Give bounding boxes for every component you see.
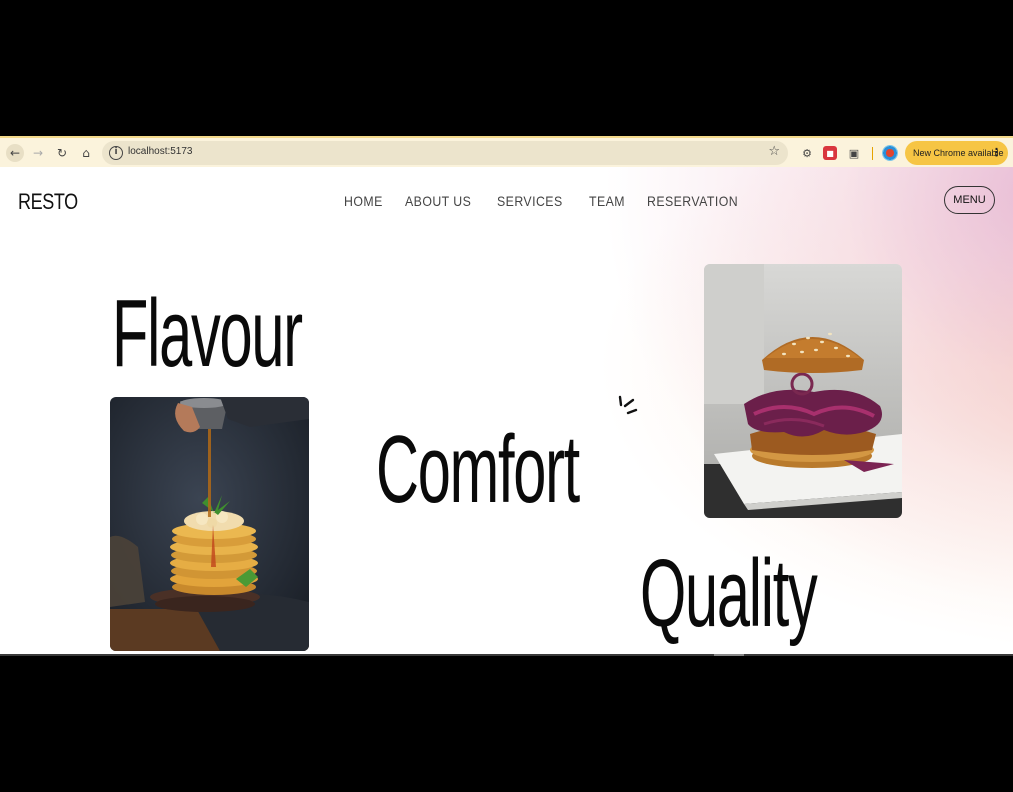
main-nav: HOME ABOUT US SERVICES TEAM RESERVATION <box>344 193 750 209</box>
update-chrome-button[interactable]: New Chrome available ⋮ <box>905 141 1008 165</box>
profile-avatar-icon[interactable] <box>882 145 898 161</box>
toolbar-divider <box>872 147 873 160</box>
hero-word-flavour: Flavour <box>112 280 303 387</box>
home-icon[interactable]: ⌂ <box>77 144 95 162</box>
puzzle-extensions-icon[interactable]: ▣ <box>847 146 861 160</box>
viewport-bottom-edge <box>0 654 1013 656</box>
hero-word-comfort: Comfort <box>376 416 580 523</box>
forward-arrow-icon[interactable]: → <box>29 144 47 162</box>
kebab-menu-icon[interactable]: ⋮ <box>991 141 1002 165</box>
nav-item-team[interactable]: TEAM <box>589 193 625 209</box>
nav-item-reservation[interactable]: RESERVATION <box>647 193 738 209</box>
hero-word-quality: Quality <box>640 540 818 647</box>
page-viewport: RESTO HOME ABOUT US SERVICES TEAM RESERV… <box>0 167 1013 654</box>
scroll-indicator <box>714 654 744 656</box>
site-info-icon[interactable]: i <box>109 146 123 160</box>
address-bar[interactable]: i localhost:5173 ☆ <box>102 141 788 165</box>
back-arrow-icon[interactable]: ← <box>6 144 24 162</box>
menu-button[interactable]: MENU <box>944 186 995 214</box>
nav-item-home[interactable]: HOME <box>344 193 383 209</box>
site-logo[interactable]: RESTO <box>18 189 78 215</box>
pancakes-photo <box>110 397 309 651</box>
sparkle-icon <box>618 395 638 415</box>
burger-photo <box>704 264 902 518</box>
extension-icon[interactable]: ⚙ <box>800 146 814 160</box>
bookmark-star-icon[interactable]: ☆ <box>768 144 780 159</box>
reload-icon[interactable]: ↻ <box>53 144 71 162</box>
nav-item-about-us[interactable]: ABOUT US <box>405 193 471 209</box>
extension-icon[interactable]: ■ <box>823 146 837 160</box>
nav-item-services[interactable]: SERVICES <box>497 193 563 209</box>
url-text[interactable]: localhost:5173 <box>128 146 193 157</box>
browser-toolbar: ← → ↻ ⌂ i localhost:5173 ☆ ⚙ ■ ▣ New Chr… <box>0 136 1013 167</box>
update-label: New Chrome available <box>913 148 1004 158</box>
